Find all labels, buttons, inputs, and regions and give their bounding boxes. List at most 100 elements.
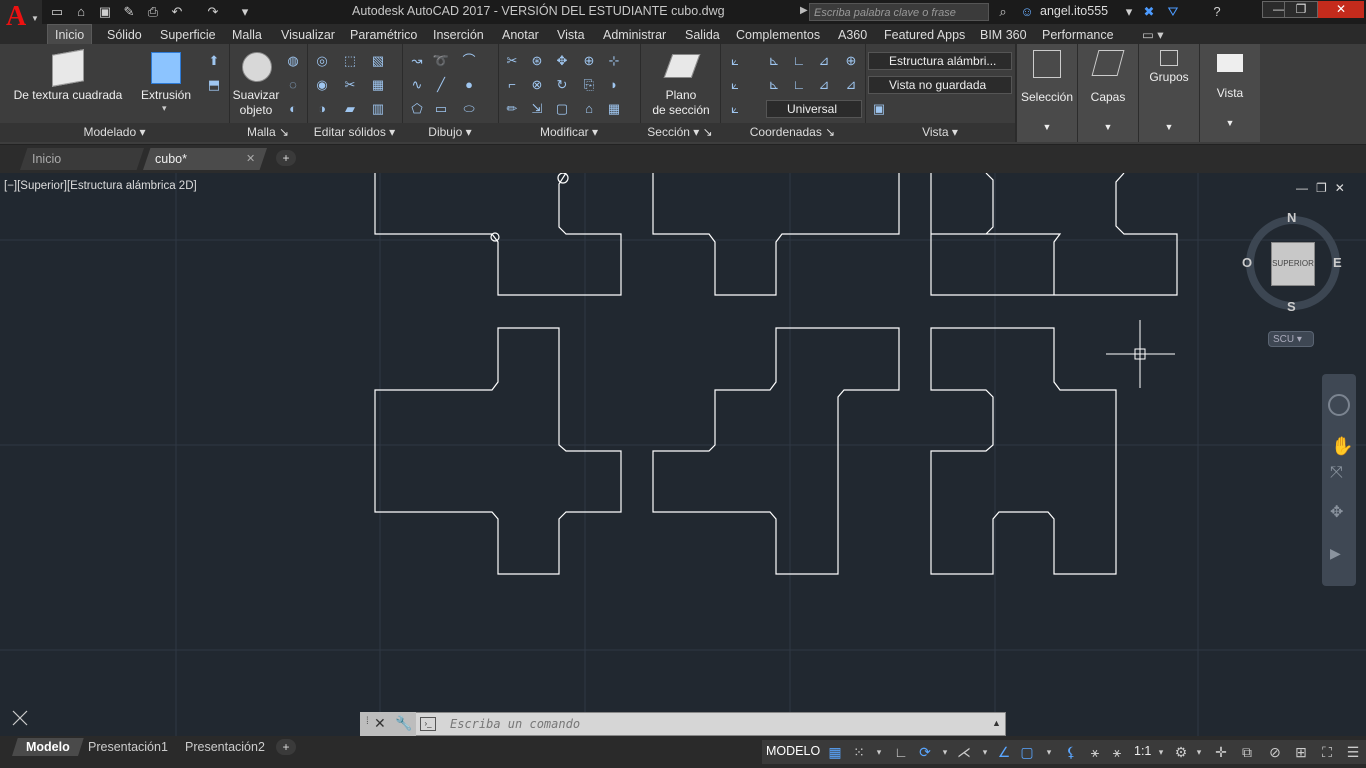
a360-icon[interactable]: ⛛ <box>1164 3 1182 21</box>
gizmo-icon[interactable]: ⊛ <box>528 52 546 70</box>
mesh-smooth-icon[interactable]: ◌ <box>284 76 302 94</box>
exchange-icon[interactable]: ✖ <box>1140 3 1158 21</box>
drawing-canvas[interactable] <box>0 173 1366 736</box>
new-file-icon[interactable]: ▭ <box>48 3 66 21</box>
ortho-icon[interactable]: ∟ <box>892 743 910 761</box>
new-tab-icon[interactable]: + <box>276 150 296 166</box>
save-icon[interactable]: ▣ <box>96 3 114 21</box>
circle-icon[interactable]: ● <box>460 76 478 94</box>
search-expand-icon[interactable]: ▶ <box>800 5 808 16</box>
compass-west[interactable]: O <box>1242 255 1252 270</box>
tab-malla[interactable]: Malla <box>232 26 262 44</box>
chevron-down-icon[interactable]: ▾ <box>162 103 167 114</box>
close-command-icon[interactable]: ✕ <box>374 715 386 732</box>
wrench-icon[interactable]: 🔧 <box>395 715 412 732</box>
panel-modificar-footer[interactable]: Modificar ▾ <box>498 123 640 142</box>
intersect-icon[interactable]: ◑ <box>313 100 331 118</box>
viewport-config-icon[interactable]: ▣ <box>870 100 888 118</box>
ucs-menu[interactable]: SCU ▾ <box>1268 331 1314 347</box>
ucs-world-icon[interactable]: ⊾ <box>765 52 783 70</box>
close-button[interactable]: ✕ <box>1318 1 1364 18</box>
suavizar-objeto-button[interactable]: Suavizar objeto <box>230 88 282 118</box>
rectangle-icon[interactable]: ▭ <box>432 100 450 118</box>
ucs-z-icon[interactable]: ⊾ <box>765 76 783 94</box>
ucs-select[interactable]: Universal <box>766 100 862 118</box>
ucs-named-icon[interactable]: ⊕ <box>842 52 860 70</box>
file-tab-inicio[interactable]: Inicio <box>20 148 144 170</box>
clean-screen-icon[interactable]: ⛶ <box>1318 743 1336 761</box>
polygon-icon[interactable]: ⬠ <box>408 100 426 118</box>
3d-align-icon[interactable]: ⌂ <box>580 100 598 118</box>
auto-scale-icon[interactable]: ⚹ <box>1086 743 1104 761</box>
ucs-origin-icon[interactable]: ⟀ <box>726 76 744 94</box>
showmotion-icon[interactable]: ▶ <box>1330 545 1341 562</box>
compass-north[interactable]: N <box>1287 210 1296 225</box>
chevron-down-icon[interactable]: ▾ <box>1120 3 1138 21</box>
ucs-3point-icon[interactable]: ∟ <box>790 76 808 94</box>
panel-modelado-footer[interactable]: Modelado ▾ <box>0 123 229 142</box>
tab-featured-apps[interactable]: Featured Apps <box>884 26 965 44</box>
move-icon[interactable]: ✥ <box>553 52 571 70</box>
tab-vista[interactable]: Vista <box>557 26 585 44</box>
viewport-controls-label[interactable]: [−][Superior][Estructura alámbrica 2D] <box>4 180 197 192</box>
drawing-viewport[interactable] <box>0 173 1366 736</box>
stretch-icon[interactable]: ⇲ <box>528 100 546 118</box>
workspace-gear-icon[interactable]: ⚙ <box>1172 743 1190 761</box>
application-menu-button[interactable]: A ▼ <box>0 0 42 44</box>
polar-tracking-icon[interactable]: ⟳ <box>916 743 934 761</box>
steering-wheel-icon[interactable] <box>1328 394 1350 416</box>
grid-icon[interactable]: ▦ <box>826 743 844 761</box>
viewport-window-controls[interactable]: —❐✕ <box>1296 181 1353 195</box>
user-name[interactable]: angel.ito555 <box>1040 4 1108 18</box>
ucs-object-icon[interactable]: ⊿ <box>815 76 833 94</box>
help-icon[interactable]: ? <box>1208 3 1226 21</box>
ucs-y-icon[interactable]: ⊿ <box>815 52 833 70</box>
erase-icon[interactable]: ✏ <box>503 100 521 118</box>
chevron-down-icon[interactable]: ▾ <box>1040 743 1058 761</box>
ellipse-icon[interactable]: ⬭ <box>460 100 478 118</box>
grupos-button[interactable]: Grupos ▼ <box>1138 44 1199 142</box>
panel-dibujo-footer[interactable]: Dibujo ▾ <box>402 123 498 142</box>
layout-tab-presentacion1[interactable]: Presentación1 <box>82 738 174 756</box>
ucs-view-icon[interactable]: ⟀ <box>726 100 744 118</box>
tab-solido[interactable]: Sólido <box>107 26 142 44</box>
union-icon[interactable]: ◎ <box>313 52 331 70</box>
save-as-icon[interactable]: ✎ <box>120 3 138 21</box>
tab-administrar[interactable]: Administrar <box>603 26 666 44</box>
ribbon-minimize-icon[interactable]: ▭ ▾ <box>1142 26 1164 44</box>
customize-icon[interactable]: ☰ <box>1344 743 1362 761</box>
snap-icon[interactable]: ⁙ <box>850 743 868 761</box>
layout-tab-presentacion2[interactable]: Presentación2 <box>179 738 271 756</box>
slice-icon[interactable]: ✂ <box>341 76 359 94</box>
mirror-icon[interactable]: ⊗ <box>528 76 546 94</box>
capas-button[interactable]: Capas ▼ <box>1077 44 1138 142</box>
units-icon[interactable]: ⧉ <box>1238 743 1256 761</box>
subtract-icon[interactable]: ◉ <box>313 76 331 94</box>
tab-complementos[interactable]: Complementos <box>736 26 820 44</box>
panel-malla-footer[interactable]: Malla ↘ <box>229 123 307 142</box>
offset-icon[interactable]: ◗ <box>605 76 623 94</box>
ucs-face-icon[interactable]: ⊿ <box>842 76 860 94</box>
tab-visualizar[interactable]: Visualizar <box>281 26 335 44</box>
chevron-down-icon[interactable]: ▾ <box>976 743 994 761</box>
mesh-crease-icon[interactable]: ◐ <box>284 100 302 118</box>
layout-tab-modelo[interactable]: Modelo <box>12 738 84 756</box>
help-search-input[interactable]: Escriba palabra clave o frase <box>809 3 989 21</box>
panel-vista-footer[interactable]: Vista ▾ <box>865 123 1015 142</box>
zoom-extents-icon[interactable]: ⤧ <box>1330 464 1343 482</box>
close-tab-icon[interactable]: ✕ <box>246 152 255 165</box>
array-icon[interactable]: ⊹ <box>605 52 623 70</box>
pan-icon[interactable]: ✋ <box>1331 436 1353 457</box>
drag-handle-icon[interactable]: ⁞ <box>366 716 369 727</box>
tab-a360[interactable]: A360 <box>838 26 867 44</box>
panel-seccion-footer[interactable]: Sección ▾ ↘ <box>640 123 720 142</box>
restore-button[interactable]: ❐ <box>1284 1 1318 18</box>
tab-inicio[interactable]: Inicio <box>47 24 93 45</box>
object-snap-icon[interactable]: ▢ <box>1018 743 1036 761</box>
tab-insercion[interactable]: Inserción <box>433 26 484 44</box>
panel-editar-solidos-footer[interactable]: Editar sólidos ▾ <box>307 123 402 142</box>
orbit-icon[interactable]: ✥ <box>1330 502 1343 522</box>
separate-icon[interactable]: ▧ <box>369 52 387 70</box>
tab-salida[interactable]: Salida <box>685 26 720 44</box>
fillet-icon[interactable]: ⌐ <box>503 76 521 94</box>
